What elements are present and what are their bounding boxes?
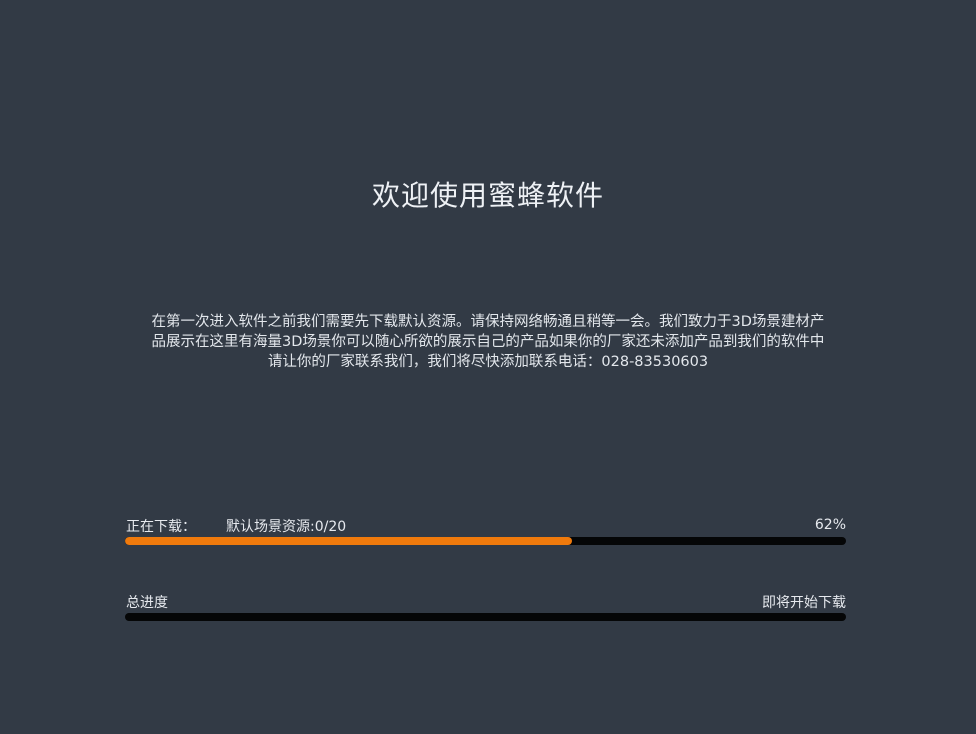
download-progress-fill xyxy=(125,537,573,545)
total-progress-label: 总进度 xyxy=(126,595,168,611)
download-resource-label: 默认场景资源:0/20 xyxy=(226,519,347,535)
download-status-label: 正在下载： xyxy=(126,519,196,535)
total-status-label: 即将开始下载 xyxy=(762,595,846,611)
total-progress-track xyxy=(125,613,846,621)
download-percent-label: 62% xyxy=(814,517,846,533)
download-progress-track xyxy=(125,537,846,545)
welcome-title: 欢迎使用蜜蜂软件 xyxy=(371,179,604,212)
welcome-description: 在第一次进入软件之前我们需要先下载默认资源。请保持网络畅通且稍等一会。我们致力于… xyxy=(151,314,825,370)
